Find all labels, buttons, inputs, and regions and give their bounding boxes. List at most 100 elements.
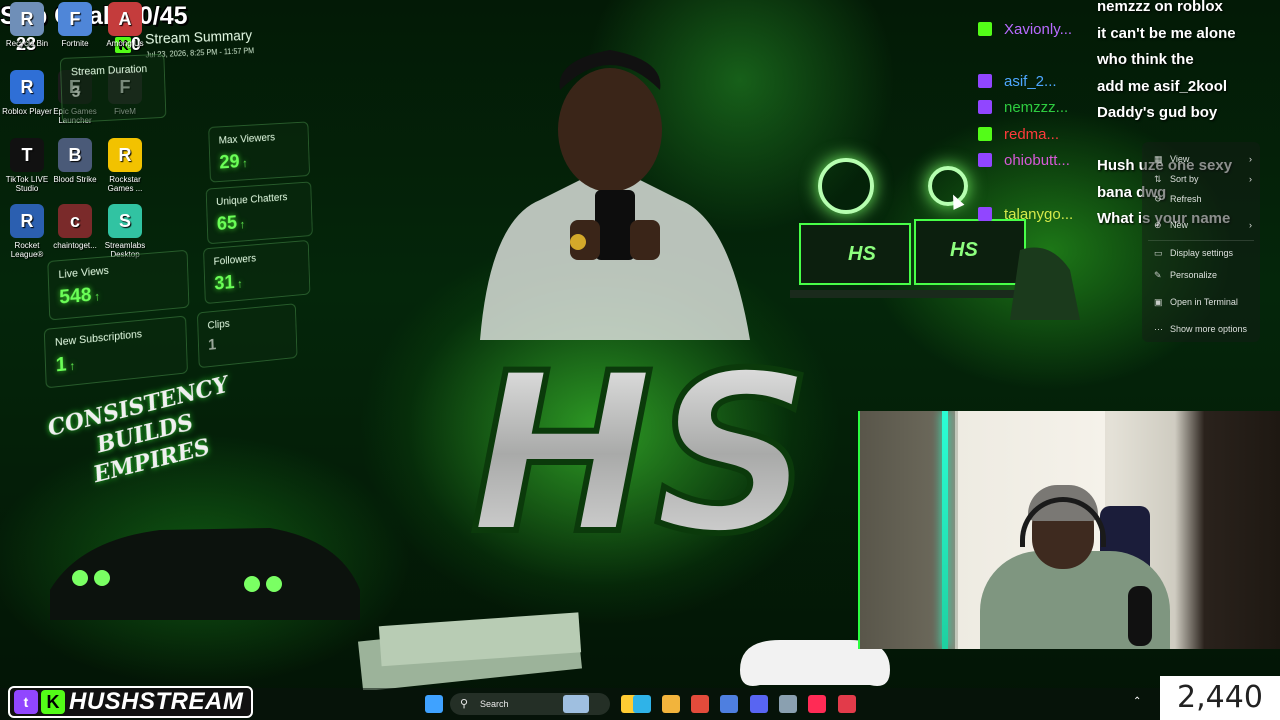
display-icon: ▭ [1154,248,1164,259]
twitch-icon [978,74,992,88]
streamlabs-icon[interactable] [838,695,856,713]
hushstream-brand: t K HUSHSTREAM [8,686,253,718]
hs-logo: HS [430,300,830,600]
kick-icon [978,127,992,141]
context-menu-label: Show more options [1170,324,1247,334]
chat-message: who think the [1097,47,1277,74]
twitch-icon [978,100,992,114]
chrome-icon[interactable] [691,695,709,713]
chevron-right-icon: › [1249,174,1252,184]
terminal-icon: ▣ [1154,297,1164,308]
trend-up-icon: ↑ [69,359,75,373]
tray-chevron-icon[interactable]: ⌃ [1133,696,1141,707]
chat-message: it can't be me alone [1097,21,1277,48]
webcam-microphone [1128,586,1152,646]
chat-username[interactable]: talanygo... [978,206,1073,232]
stat-card-unique-chatters: Unique Chatters 65 ↑ [206,181,313,244]
view-counter: 2,440 [1160,676,1280,720]
context-menu-item[interactable]: ▣ Open in Terminal [1154,297,1258,308]
stat-label: Followers [213,253,256,268]
context-menu-item[interactable]: ▦ View › [1154,154,1258,165]
context-menu-item[interactable]: ▭ Display settings [1154,248,1258,259]
summary-title: Stream Summary [145,27,252,47]
car-artwork [40,510,370,640]
context-menu-item[interactable]: ⇅ Sort by › [1154,174,1258,185]
ring-light [818,158,874,214]
stat-card-new-subscriptions: New Subscriptions 1 ↑ [44,316,188,389]
stat-card-live-views: Live Views 548 ↑ [47,250,189,321]
context-menu-label: View [1170,154,1189,164]
context-menu-label: Open in Terminal [1170,297,1238,307]
refresh-icon: ↻ [1154,194,1164,205]
username-text: talanygo... [1004,206,1073,223]
username-text: ohiobutt... [1004,152,1070,169]
more-options-icon: ⋯ [1154,324,1164,335]
trend-up-icon: ↑ [242,156,248,170]
context-menu-item[interactable]: ⊕ New › [1154,220,1258,231]
chat-username[interactable]: redma... [978,126,1059,152]
streamer-artwork [420,20,800,340]
username-text: asif_2... [1004,73,1057,90]
personalize-icon: ✎ [1154,270,1164,281]
stat-label: Unique Chatters [216,192,288,208]
stat-value: 3 [71,84,80,102]
stat-card-duration: Stream Duration 3 [60,54,167,123]
edge-icon[interactable] [633,695,651,713]
stat-value: 31 ↑ [214,271,243,295]
username-text: Xavionly... [1004,21,1072,38]
chat-username[interactable]: ohiobutt... [978,152,1070,178]
stat-label: Max Viewers [218,132,275,147]
webcam-led-strip [942,411,948,649]
chat-username[interactable]: asif_2... [978,73,1057,99]
brand-name: HUSHSTREAM [69,688,243,716]
view-icon: ▦ [1154,154,1164,165]
start-icon[interactable] [425,695,443,713]
chat-message: Daddy's gud boy [1097,100,1277,127]
twitch-icon [978,153,992,167]
context-menu-label: Sort by [1170,174,1199,184]
obs-icon[interactable] [720,695,738,713]
svg-text:HS: HS [950,239,978,261]
trend-up-icon: ↑ [237,277,243,291]
stat-label: Live Views [58,265,109,281]
context-menu-label: Personalize [1170,270,1217,280]
context-menu-divider [1148,240,1254,241]
context-menu-item[interactable]: ↻ Refresh [1154,194,1258,205]
stat-value: 29 ↑ [219,151,248,175]
context-menu-label: Refresh [1170,194,1202,204]
stat-label: Stream Duration [71,63,148,78]
tiktok-icon[interactable] [808,695,826,713]
stat-card-max-viewers: Max Viewers 29 ↑ [208,121,310,182]
desktop-context-menu: ▦ View › ⇅ Sort by › ↻ Refresh ⊕ New › ▭ Display set… [1142,142,1260,342]
svg-text:HS: HS [470,326,813,582]
stream-summary-panel: Stream Summary Jul 23, 2026, 8:25 PM - 1… [10,25,332,415]
chevron-right-icon: › [1249,154,1252,164]
svg-text:HS: HS [848,243,876,265]
username-text: nemzzz... [1004,99,1068,116]
chevron-right-icon: › [1249,220,1252,230]
folder-icon[interactable] [662,695,680,713]
stat-value: 548 ↑ [59,283,101,309]
steam-icon[interactable] [779,695,797,713]
context-menu-label: New [1170,220,1188,230]
stat-value: 65 ↑ [217,212,246,236]
discord-icon[interactable] [750,695,768,713]
stat-label: New Subscriptions [55,328,142,348]
kick-icon [978,22,992,36]
trend-up-icon: ↑ [240,217,246,231]
stat-value: 1 [208,337,217,355]
chat-message: nemzzz on roblox [1097,0,1277,21]
webcam-overlay [858,411,1280,649]
twitch-icon: t [14,690,38,714]
sort-icon: ⇅ [1154,174,1164,185]
new-icon: ⊕ [1154,220,1164,231]
context-menu-item[interactable]: ⋯ Show more options [1154,324,1258,335]
kick-icon: K [41,690,65,714]
context-menu-item[interactable]: ✎ Personalize [1154,270,1258,281]
search-placeholder: Search [480,699,509,709]
weather-icon[interactable] [563,695,589,713]
money-artwork [350,610,600,690]
username-text: redma... [1004,126,1059,143]
chat-username[interactable]: Xavionly... [978,21,1072,47]
chat-username[interactable]: nemzzz... [978,99,1068,125]
